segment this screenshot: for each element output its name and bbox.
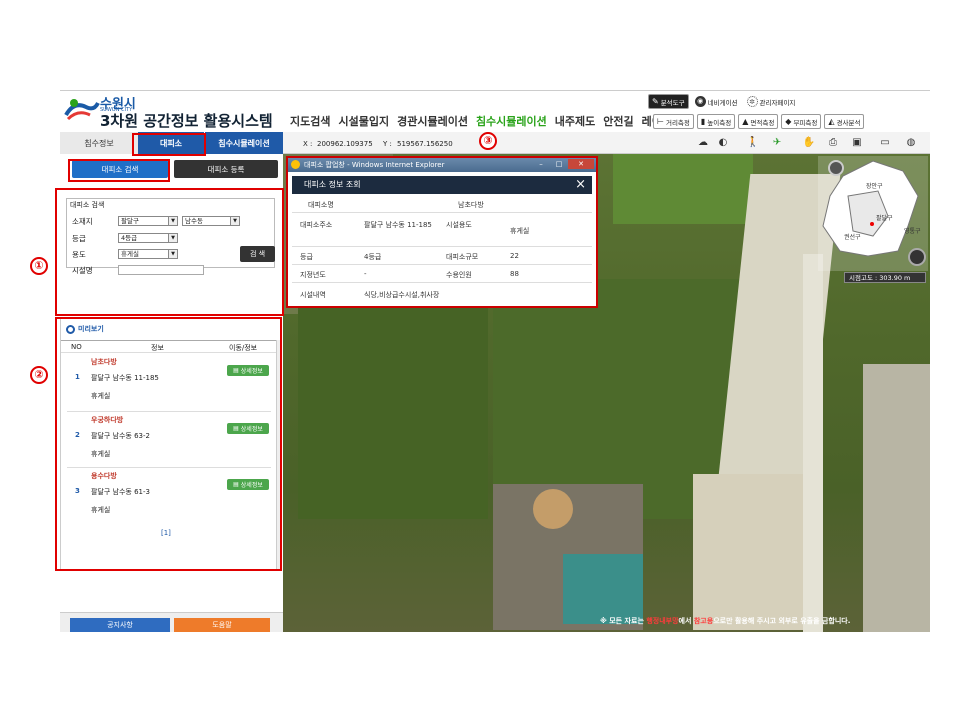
divider [292, 212, 592, 213]
highlight-shelter-tab [132, 133, 206, 156]
shelter-name-label: 대피소명 [308, 201, 334, 209]
shelter-register-button[interactable]: 대피소 등록 [174, 160, 278, 178]
nav-my-theme[interactable]: 내주제도 [555, 113, 595, 129]
minimize-button[interactable]: – [532, 159, 550, 169]
popup-header: 대피소 정보 조회 × [292, 176, 592, 194]
admin-page-button[interactable]: ✲ 관리자페이지 [744, 94, 799, 109]
height-measure-button[interactable]: ▮ 높이측정 [696, 114, 736, 129]
divider [292, 264, 592, 265]
print-icon[interactable]: ⎙ [825, 136, 841, 150]
grade-label: 등급 [300, 253, 313, 261]
compass-icon[interactable] [828, 160, 844, 176]
area-measure-button[interactable]: ▲ 면적측정 [738, 114, 779, 129]
volume-icon: ◆ [785, 117, 792, 126]
capacity-value: 88 [510, 270, 519, 278]
cloud-icon[interactable]: ☁ [695, 136, 711, 150]
y-coord-label: Y : [383, 140, 392, 148]
navigation-control-icon[interactable] [908, 248, 926, 266]
divider [292, 246, 592, 247]
designated-year-value: - [364, 270, 367, 278]
altitude-badge: 시점고도 : 303.90 m [844, 272, 926, 283]
fly-icon[interactable]: ✈ [769, 136, 785, 150]
capacity-label: 수용인원 [446, 271, 472, 279]
x-coord-label: X : [303, 140, 313, 148]
facility-detail-value: 식당,비상급수시설,취사장 [364, 291, 440, 299]
facility-use-label: 시설용도 [446, 221, 472, 229]
header: 수원시 SUWON CITY 3차원 공간정보 활용시스템 지도검색 시설물입지… [60, 90, 930, 132]
highlight-search-button [68, 159, 170, 182]
shelter-size-label: 대피소규모 [446, 253, 479, 261]
map-circle [533, 489, 573, 529]
map-field [298, 299, 488, 519]
nav-safe-road[interactable]: 안전길 [603, 113, 633, 129]
highlight-search-form [55, 188, 284, 316]
navigation-icon: ◉ [694, 96, 706, 107]
close-icon[interactable]: × [575, 176, 586, 194]
shelter-popup: 대피소 팝업창 - Windows Internet Explorer – □ … [286, 156, 598, 308]
walk-icon[interactable]: 🚶 [745, 136, 761, 150]
suwon-logo-icon [64, 99, 100, 121]
annotation-1: ① [30, 257, 48, 275]
divider [292, 282, 592, 283]
road [803, 254, 823, 632]
ruler-icon: ⊢ [657, 117, 664, 126]
map-toolbar: X : 200962.109375 Y : 519567.156250 ☁ ◐ … [283, 132, 930, 154]
map-field [613, 154, 753, 224]
grade-value: 4등급 [364, 253, 382, 261]
help-button[interactable]: 도움말 [174, 618, 270, 632]
hand-icon[interactable]: ✋ [801, 136, 817, 150]
rooftop [563, 554, 643, 624]
height-icon: ▮ [700, 117, 706, 126]
measure-tools: ⊢ 거리측정 ▮ 높이측정 ▲ 면적측정 ◆ 부피측정 ◭ 경사분석 [653, 114, 865, 129]
nav-facility-site[interactable]: 시설물입지 [338, 113, 389, 129]
designated-year-label: 지정년도 [300, 271, 326, 279]
annotation-3: ③ [479, 132, 497, 150]
facility-use-value: 휴게실 [510, 227, 530, 235]
lot [693, 474, 803, 630]
y-coord-value: 519567.156250 [397, 140, 453, 148]
nav-flood-sim[interactable]: 침수시뮬레이션 [476, 113, 547, 129]
notice-button[interactable]: 공지사항 [70, 618, 170, 632]
inset-minimap[interactable]: 장안구 팔달구 영통구 권선구 [818, 156, 928, 271]
area-icon: ▲ [742, 117, 749, 126]
reset-view-icon[interactable]: ◍ [903, 136, 919, 150]
highlight-preview-list [55, 317, 282, 571]
window-close-button[interactable]: ✕ [568, 159, 594, 169]
analysis-tool-button[interactable]: ✎ 분석도구 [648, 94, 689, 109]
district-jangan: 장안구 [866, 183, 883, 190]
globe-icon[interactable]: ◐ [715, 136, 731, 150]
distance-measure-button[interactable]: ⊢ 거리측정 [653, 114, 694, 129]
ie-icon [291, 160, 300, 169]
slope-icon: ◭ [828, 117, 835, 126]
shelter-name-value: 남초다방 [458, 201, 484, 209]
facility-detail-label: 시설내역 [300, 291, 326, 299]
district-gwonseon: 권선구 [844, 234, 861, 241]
notice-text: ※ 모든 자료는 행정내부망에서 참고용으로만 활용해 주시고 외부로 유출을 … [600, 617, 851, 625]
main-nav: 지도검색 시설물입지 경관시뮬레이션 침수시뮬레이션 내주제도 안전길 레이어 [290, 113, 672, 129]
image-icon[interactable]: ▣ [849, 136, 865, 150]
left-footer: 공지사항 도움말 [60, 612, 283, 632]
analysis-icon: ✎ [652, 97, 659, 106]
annotation-2: ② [30, 366, 48, 384]
navigation-button[interactable]: ◉ 네비게이션 [692, 94, 741, 109]
fullscreen-icon[interactable]: ▭ [877, 136, 893, 150]
nav-map-search[interactable]: 지도검색 [290, 113, 330, 129]
slope-analysis-button[interactable]: ◭ 경사분석 [824, 114, 865, 129]
top-tools: ✎ 분석도구 ◉ 네비게이션 ✲ 관리자페이지 [648, 94, 798, 109]
x-coord-value: 200962.109375 [317, 140, 373, 148]
urban-area [863, 364, 930, 632]
admin-gear-icon: ✲ [746, 96, 758, 107]
tab-flood-sim[interactable]: 침수시뮬레이션 [204, 132, 283, 154]
shelter-address-value: 팔달구 남수동 11-185 [364, 221, 432, 229]
maximize-button[interactable]: □ [550, 159, 568, 169]
tab-flood-info[interactable]: 침수정보 [60, 132, 138, 154]
shelter-size-value: 22 [510, 252, 519, 260]
app-title: 3차원 공간정보 활용시스템 [100, 112, 273, 130]
nav-landscape-sim[interactable]: 경관시뮬레이션 [397, 113, 468, 129]
volume-measure-button[interactable]: ◆ 부피측정 [781, 114, 822, 129]
district-paldal: 팔달구 [876, 215, 893, 222]
district-yeongtong: 영통구 [904, 228, 921, 235]
shelter-address-label: 대피소주소 [300, 221, 333, 229]
